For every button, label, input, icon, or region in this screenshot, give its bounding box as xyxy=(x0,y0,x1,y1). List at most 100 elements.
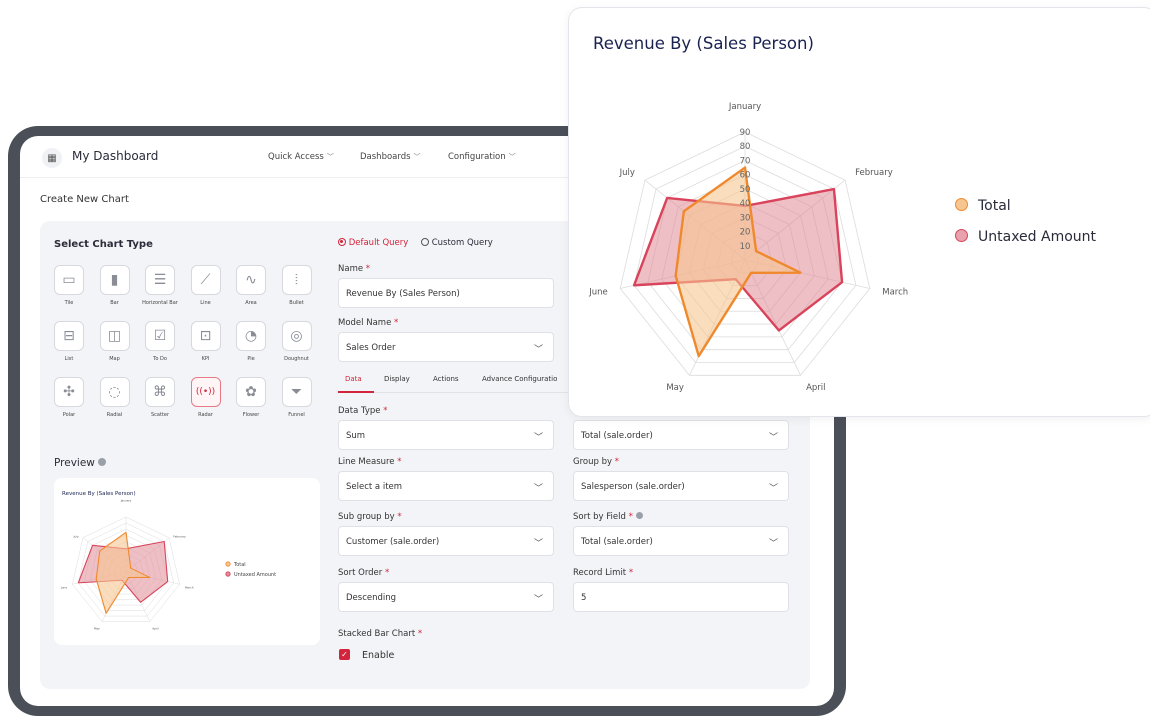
model-name-label: Model Name * xyxy=(338,318,399,328)
chart-type-tile[interactable]: ▭ xyxy=(54,265,84,295)
stacked-bar-label: Stacked Bar Chart * xyxy=(338,629,423,639)
enable-label: Enable xyxy=(362,650,395,661)
chevron-down-icon: ﹀ xyxy=(533,345,543,355)
tab-advance-configuration[interactable]: Advance Configuratio xyxy=(482,375,557,383)
select-chart-type-title: Select Chart Type xyxy=(54,239,153,250)
radar-tick-label: 20 xyxy=(740,228,751,238)
info-icon[interactable] xyxy=(635,512,643,519)
chart-type-label: Map xyxy=(109,356,120,362)
data-type-label: Data Type * xyxy=(338,406,388,416)
measure-select[interactable]: Total (sale.order) ﹀ xyxy=(573,420,789,450)
sort-field-select[interactable]: Total (sale.order) ﹀ xyxy=(573,526,789,556)
chart-type-radial[interactable]: ◌ xyxy=(99,377,130,407)
chart-type-radar[interactable]: ((•)) xyxy=(190,377,221,407)
model-name-select[interactable]: Sales Order ﹀ xyxy=(338,332,554,362)
chart-type-list[interactable]: ⊟ xyxy=(54,321,84,351)
chart-type-label: To Do xyxy=(153,356,167,362)
group-by-select[interactable]: Salesperson (sale.order) ﹀ xyxy=(573,471,789,501)
name-field[interactable]: Revenue By (Sales Person) xyxy=(338,278,554,308)
chart-type-label: Tile xyxy=(64,300,74,306)
list-icon: ⊟ xyxy=(63,328,75,344)
preview-card: Revenue By (Sales Person) January February… xyxy=(54,478,320,645)
horizontal-bar-icon: ☰ xyxy=(153,272,167,288)
scatter-chart-icon: ⌘ xyxy=(153,384,167,400)
line-measure-label: Line Measure * xyxy=(338,457,402,467)
bar-chart-icon: ▮ xyxy=(110,272,119,288)
chart-type-doughnut[interactable]: ◎ xyxy=(281,321,312,351)
radar-tick-label: 10 xyxy=(740,242,751,252)
nav-dashboards[interactable]: Dashboards ﹀ xyxy=(360,152,421,162)
custom-query-radio[interactable]: Custom Query xyxy=(421,238,493,248)
chart-type-label: Area xyxy=(245,300,257,306)
chevron-down-icon: ﹀ xyxy=(533,484,543,494)
tab-display[interactable]: Display xyxy=(384,375,410,383)
chart-type-label: Flower xyxy=(242,412,260,418)
chevron-down-icon: ﹀ xyxy=(508,153,516,161)
nav-quick-access[interactable]: Quick Access ﹀ xyxy=(268,152,334,162)
legend-total[interactable]: Total xyxy=(955,198,1011,214)
kpi-icon: ⊡ xyxy=(199,328,212,344)
todo-icon: ☑ xyxy=(153,328,167,344)
pie-chart-icon: ◔ xyxy=(244,328,258,344)
chart-type-to-do[interactable]: ☑ xyxy=(145,321,175,351)
bullet-chart-icon: ⦙ xyxy=(294,272,299,288)
chart-type-funnel[interactable]: ⏷ xyxy=(281,377,312,407)
radio-unchecked-icon xyxy=(421,238,429,246)
chart-type-map[interactable]: ◫ xyxy=(99,321,130,351)
chart-type-pie[interactable]: ◔ xyxy=(236,321,266,351)
grid-menu-icon[interactable]: ▦ xyxy=(42,148,62,168)
chart-type-label: Polar xyxy=(62,412,76,418)
preview-legend-swatch xyxy=(225,561,231,567)
default-query-radio[interactable]: Default Query xyxy=(338,238,411,248)
tab-data[interactable]: Data xyxy=(345,375,362,383)
radar-category-label: April xyxy=(806,383,825,393)
chart-type-bar[interactable]: ▮ xyxy=(99,265,130,295)
chart-type-area[interactable]: ∿ xyxy=(236,265,266,295)
info-icon[interactable] xyxy=(98,458,107,466)
radar-tick-label: 60 xyxy=(740,171,751,181)
record-limit-input[interactable]: 5 xyxy=(573,582,789,612)
chevron-down-icon: ﹀ xyxy=(326,153,334,161)
chevron-down-icon: ﹀ xyxy=(533,595,543,605)
chart-type-bullet[interactable]: ⦙ xyxy=(281,265,312,295)
chart-title: Revenue By (Sales Person) xyxy=(593,34,814,53)
radio-checked-icon xyxy=(338,238,346,246)
chart-type-label: Pie xyxy=(247,356,255,362)
doughnut-chart-icon: ◎ xyxy=(290,328,303,344)
preview-legend-label: Untaxed Amount xyxy=(234,572,276,578)
radar-category-label: February xyxy=(173,534,186,538)
chevron-down-icon: ﹀ xyxy=(413,153,421,161)
chart-type-label: Bullet xyxy=(289,300,304,306)
chart-type-horizontal-bar[interactable]: ☰ xyxy=(145,265,175,295)
radar-tick-label: 90 xyxy=(740,128,751,138)
legend-swatch-untaxed xyxy=(955,229,968,242)
sort-order-select[interactable]: Descending ﹀ xyxy=(338,582,554,612)
radar-category-label: March xyxy=(882,287,908,297)
legend-untaxed-amount[interactable]: Untaxed Amount xyxy=(955,229,1096,245)
sub-group-select[interactable]: Customer (sale.order) ﹀ xyxy=(338,526,554,556)
radar-category-label: February xyxy=(855,168,893,178)
chart-type-label: Radar xyxy=(198,412,213,418)
radar-category-label: June xyxy=(60,585,67,589)
tab-actions[interactable]: Actions xyxy=(433,375,459,383)
preview-legend-label: Total xyxy=(233,562,246,568)
chart-type-polar[interactable]: ✣ xyxy=(54,377,84,407)
radar-category-label: July xyxy=(73,534,79,538)
nav-configuration[interactable]: Configuration ﹀ xyxy=(448,152,516,162)
radial-chart-icon: ◌ xyxy=(108,384,121,400)
chart-type-scatter[interactable]: ⌘ xyxy=(145,377,175,407)
enable-checkbox[interactable]: ✓ xyxy=(339,649,350,660)
record-limit-label: Record Limit * xyxy=(573,568,634,578)
chart-type-kpi[interactable]: ⊡ xyxy=(190,321,221,351)
radar-tick-label: 70 xyxy=(740,156,751,166)
sort-order-label: Sort Order * xyxy=(338,568,390,578)
line-measure-select[interactable]: Select a item ﹀ xyxy=(338,471,554,501)
chart-type-flower[interactable]: ✿ xyxy=(236,377,266,407)
chart-type-line[interactable]: ⟋ xyxy=(190,265,221,295)
data-type-select[interactable]: Sum ﹀ xyxy=(338,420,554,450)
chart-type-label: Doughnut xyxy=(284,356,309,362)
radar-chart-icon: ((•)) xyxy=(195,387,216,397)
group-by-label: Group by * xyxy=(573,457,619,467)
chevron-down-icon: ﹀ xyxy=(768,484,778,494)
radar-tick-label: 50 xyxy=(740,185,751,195)
